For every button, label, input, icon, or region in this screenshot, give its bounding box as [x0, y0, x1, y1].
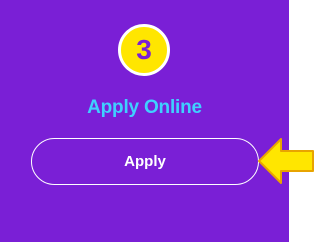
page: 3 Apply Online Apply: [0, 0, 317, 242]
apply-online-card: 3 Apply Online Apply: [0, 0, 289, 242]
step-number-badge: 3: [118, 24, 170, 76]
arrow-left-icon: [258, 138, 314, 184]
apply-button[interactable]: Apply: [31, 138, 259, 185]
card-title: Apply Online: [87, 97, 202, 118]
step-number: 3: [136, 34, 152, 65]
